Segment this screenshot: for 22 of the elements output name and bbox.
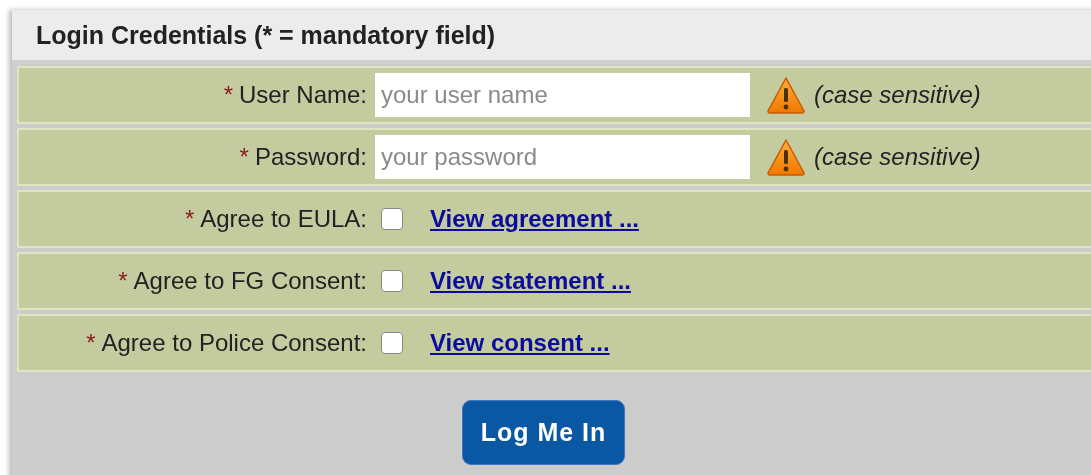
input-field[interactable]: your password (375, 135, 750, 179)
checkbox[interactable] (381, 270, 403, 292)
hint-text: (case sensitive) (814, 143, 981, 171)
login-button[interactable]: Log Me In (462, 400, 625, 465)
field-label: User Name: (238, 81, 367, 108)
required-mark: * (184, 205, 195, 232)
input-field[interactable]: your user name (375, 73, 750, 117)
required-mark: * (223, 81, 233, 108)
field-label: Agree to Police Consent: (101, 329, 367, 356)
link[interactable]: View statement ... (430, 267, 631, 295)
panel-title: Login Credentials (* = mandatory field) (36, 20, 496, 50)
required-mark: * (86, 329, 96, 356)
checkbox[interactable] (381, 332, 403, 354)
field-label: Agree to FG Consent: (133, 267, 367, 294)
field-label: Agree to EULA: (200, 205, 367, 232)
checkbox[interactable] (381, 208, 403, 230)
link[interactable]: View agreement ... (430, 205, 639, 233)
hint-text: (case sensitive) (814, 81, 981, 109)
required-mark: * (239, 143, 249, 170)
required-mark: * (118, 267, 128, 294)
field-label: Password: (254, 143, 367, 170)
link[interactable]: View consent ... (430, 329, 610, 357)
